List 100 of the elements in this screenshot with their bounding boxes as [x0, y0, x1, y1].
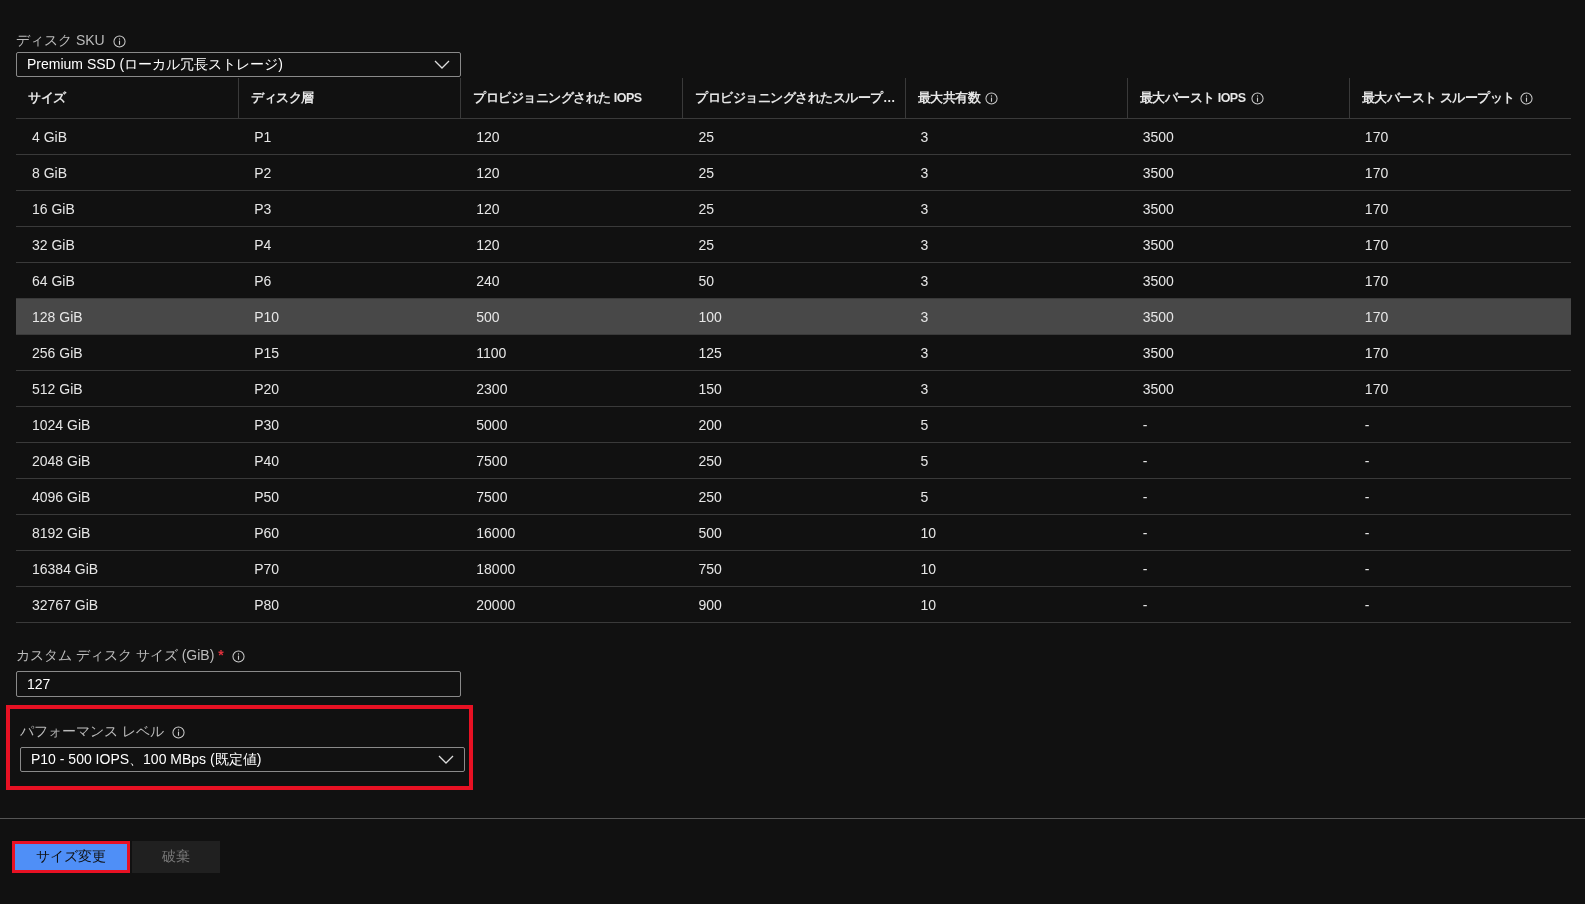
table-row[interactable]: 8192 GiB P60 16000 500 10 - -	[16, 515, 1571, 551]
table-cell: P80	[254, 596, 280, 613]
table-cell: 3	[920, 344, 929, 361]
table-cell: P6	[254, 272, 272, 289]
table-cell: P50	[254, 488, 280, 505]
table-cell: 25	[698, 164, 714, 181]
table-cell: 20000	[476, 596, 516, 613]
table-cell: P30	[254, 416, 280, 433]
table-cell: 3500	[1142, 308, 1174, 325]
table-cell: 500	[476, 308, 500, 325]
table-cell: -	[1142, 596, 1148, 613]
table-cell: 3500	[1142, 380, 1174, 397]
performance-level-dropdown[interactable]: P10 - 500 IOPS、100 MBps (既定値)	[20, 747, 465, 772]
table-cell: 7500	[476, 488, 508, 505]
table-cell: 50	[698, 272, 714, 289]
table-cell: 3500	[1142, 344, 1174, 361]
table-cell: P10	[254, 308, 280, 325]
column-header[interactable]: サイズ	[28, 89, 66, 107]
table-cell: P2	[254, 164, 272, 181]
table-cell: 3	[920, 200, 929, 217]
table-cell: P70	[254, 560, 280, 577]
table-cell: 16000	[476, 524, 516, 541]
table-row[interactable]: 128 GiB P10 500 100 3 3500 170	[16, 299, 1571, 335]
table-cell: 3	[920, 308, 929, 325]
table-cell: -	[1364, 596, 1370, 613]
table-cell: 32767 GiB	[32, 596, 99, 613]
table-cell: 3500	[1142, 164, 1174, 181]
table-row[interactable]: 512 GiB P20 2300 150 3 3500 170	[16, 371, 1571, 407]
column-header[interactable]: 最大共有数	[917, 89, 981, 107]
column-header[interactable]: プロビジョニングされた IOPS	[473, 89, 642, 107]
resize-button[interactable]: サイズ変更	[12, 841, 130, 873]
column-header[interactable]: プロビジョニングされたスループ…	[695, 89, 895, 107]
table-cell: P3	[254, 200, 272, 217]
table-cell: 10	[920, 596, 937, 613]
table-cell: P15	[254, 344, 280, 361]
table-cell: 16384 GiB	[32, 560, 99, 577]
info-icon[interactable]	[231, 649, 245, 663]
table-cell: 3	[920, 128, 929, 145]
table-row[interactable]: 4 GiB P1 120 25 3 3500 170	[16, 119, 1571, 155]
table-cell: 150	[698, 380, 722, 397]
table-cell: -	[1364, 452, 1370, 469]
table-cell: 500	[698, 524, 722, 541]
table-cell: 8 GiB	[32, 164, 67, 181]
column-header[interactable]: ディスク層	[251, 89, 314, 107]
table-row[interactable]: 16384 GiB P70 18000 750 10 - -	[16, 551, 1571, 587]
table-row[interactable]: 32767 GiB P80 20000 900 10 - -	[16, 587, 1571, 623]
table-row[interactable]: 32 GiB P4 120 25 3 3500 170	[16, 227, 1571, 263]
table-cell: 125	[698, 344, 722, 361]
table-cell: 512 GiB	[32, 380, 83, 397]
disk-size-input[interactable]: 127	[16, 671, 461, 697]
table-cell: 10	[920, 524, 937, 541]
table-cell: 16 GiB	[32, 200, 75, 217]
table-cell: 18000	[476, 560, 516, 577]
table-cell: 3500	[1142, 272, 1174, 289]
table-cell: -	[1364, 524, 1370, 541]
table-cell: 2048 GiB	[32, 452, 91, 469]
info-icon[interactable]	[1250, 91, 1264, 105]
table-cell: 170	[1364, 380, 1389, 397]
field-label: パフォーマンス レベル	[20, 723, 164, 741]
table-cell: P20	[254, 380, 280, 397]
table-cell: 170	[1364, 128, 1389, 145]
table-cell: 7500	[476, 452, 508, 469]
table-row[interactable]: 256 GiB P15 1100 125 3 3500 170	[16, 335, 1571, 371]
table-cell: -	[1364, 560, 1370, 577]
table-cell: 3	[920, 236, 929, 253]
table-row[interactable]: 1024 GiB P30 5000 200 5 - -	[16, 407, 1571, 443]
table-cell: 3	[920, 272, 929, 289]
table-cell: 10	[920, 560, 937, 577]
table-cell: P1	[254, 128, 272, 145]
table-cell: -	[1364, 416, 1370, 433]
info-icon[interactable]	[171, 725, 185, 739]
table-cell: 200	[698, 416, 722, 433]
chevron-down-icon	[438, 755, 454, 764]
info-icon[interactable]	[985, 91, 999, 105]
table-cell: 3	[920, 380, 929, 397]
table-cell: 3	[920, 164, 929, 181]
column-header[interactable]: 最大バースト スループット	[1361, 89, 1515, 107]
table-cell: 170	[1364, 344, 1389, 361]
info-icon[interactable]	[1519, 91, 1533, 105]
table-row[interactable]: 8 GiB P2 120 25 3 3500 170	[16, 155, 1571, 191]
table-cell: P60	[254, 524, 280, 541]
table-cell: 750	[698, 560, 722, 577]
column-header[interactable]: 最大バースト IOPS	[1139, 89, 1246, 107]
table-cell: 4 GiB	[32, 128, 67, 145]
disk-sku-dropdown[interactable]: Premium SSD (ローカル冗長ストレージ)	[16, 52, 461, 77]
table-cell: 5000	[476, 416, 508, 433]
table-row[interactable]: 4096 GiB P50 7500 250 5 - -	[16, 479, 1571, 515]
table-cell: 120	[476, 236, 500, 253]
field-label: カスタム ディスク サイズ (GiB) *	[16, 647, 224, 665]
table-cell: 3500	[1142, 200, 1174, 217]
table-row[interactable]: 16 GiB P3 120 25 3 3500 170	[16, 191, 1571, 227]
info-icon[interactable]	[112, 34, 126, 48]
table-cell: 128 GiB	[32, 308, 83, 325]
table-cell: 25	[698, 128, 714, 145]
table-cell: 2300	[476, 380, 508, 397]
table-cell: -	[1142, 416, 1148, 433]
table-row[interactable]: 2048 GiB P40 7500 250 5 - -	[16, 443, 1571, 479]
table-cell: -	[1142, 524, 1148, 541]
table-cell: 3500	[1142, 236, 1174, 253]
table-cell: 900	[698, 596, 722, 613]
